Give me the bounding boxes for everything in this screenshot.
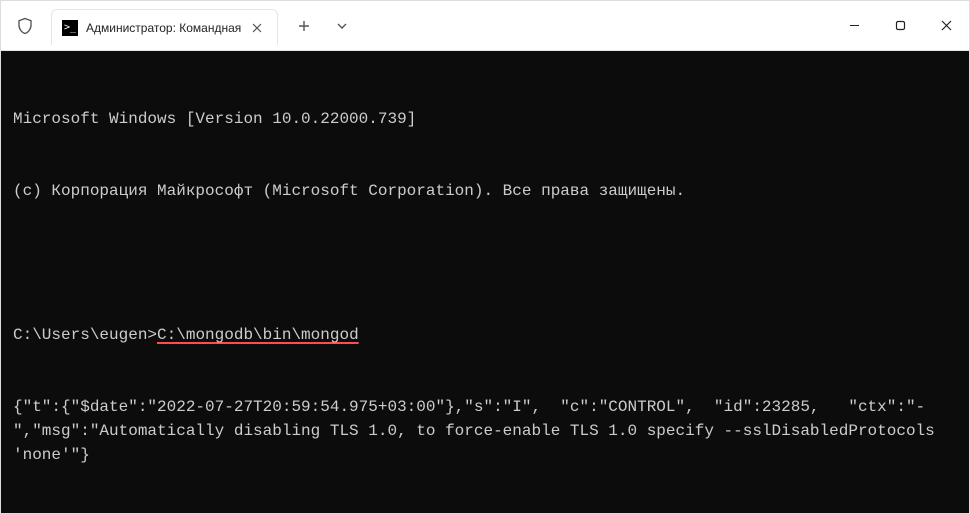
prompt: C:\Users\eugen> — [13, 326, 157, 344]
tab-active[interactable]: >_ Администратор: Командная — [51, 9, 278, 45]
blank-line — [13, 251, 957, 275]
new-tab-button[interactable] — [286, 10, 322, 42]
cmd-icon: >_ — [62, 20, 78, 36]
banner-line: Microsoft Windows [Version 10.0.22000.73… — [13, 107, 957, 131]
window-controls — [831, 1, 969, 50]
app-shield-icon — [1, 1, 49, 50]
terminal-window: >_ Администратор: Командная — [0, 0, 970, 514]
titlebar: >_ Администратор: Командная — [1, 1, 969, 51]
tab-title: Администратор: Командная — [86, 21, 241, 35]
tab-dropdown-button[interactable] — [324, 10, 360, 42]
command-text: C:\mongodb\bin\mongod — [157, 326, 359, 344]
terminal-output[interactable]: Microsoft Windows [Version 10.0.22000.73… — [1, 51, 969, 513]
close-window-button[interactable] — [923, 1, 969, 50]
prompt-line: C:\Users\eugen>C:\mongodb\bin\mongod — [13, 323, 957, 347]
tab-close-button[interactable] — [249, 20, 265, 36]
log-line: {"t":{"$date":"2022-07-27T20:59:54.975+0… — [13, 395, 957, 467]
minimize-button[interactable] — [831, 1, 877, 50]
maximize-button[interactable] — [877, 1, 923, 50]
banner-line: (c) Корпорация Майкрософт (Microsoft Cor… — [13, 179, 957, 203]
tab-actions — [286, 1, 360, 50]
titlebar-drag-area[interactable] — [360, 1, 831, 50]
